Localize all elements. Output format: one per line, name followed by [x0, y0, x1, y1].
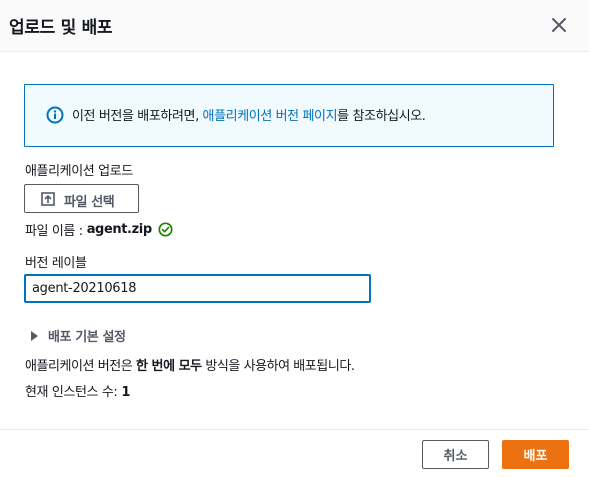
cancel-button[interactable]: 취소 [422, 440, 489, 469]
file-name-row: 파일 이름 : agent.zip [25, 220, 173, 239]
deployment-description-before: 애플리케이션 버전은 [25, 359, 136, 374]
close-icon [552, 18, 566, 32]
info-icon [46, 106, 64, 124]
file-name-value: agent.zip [86, 221, 152, 237]
choose-file-button[interactable]: 파일 선택 [24, 184, 139, 213]
application-upload-label: 애플리케이션 업로드 [25, 164, 133, 179]
info-text-after: 를 참조하십시오. [337, 109, 426, 124]
info-message: 이전 버전을 배포하려면, 애플리케이션 버전 페이지를 참조하십시오. [72, 105, 426, 124]
deployment-settings-label: 배포 기본 설정 [48, 330, 126, 345]
deploy-button[interactable]: 배포 [502, 440, 569, 469]
version-label-title: 버전 레이블 [25, 256, 87, 271]
info-text-before: 이전 버전을 배포하려면, [72, 109, 203, 124]
upload-deploy-modal: 업로드 및 배포 이전 버전을 배포하려면, 애플리케이션 버전 페이지를 참조… [0, 0, 589, 477]
caret-right-icon [31, 330, 38, 341]
modal-header: 업로드 및 배포 [0, 0, 589, 52]
deployment-description: 애플리케이션 버전은 한 번에 모두 방식을 사용하여 배포됩니다. [25, 355, 355, 374]
deployment-description-after: 방식을 사용하여 배포됩니다. [201, 359, 355, 374]
info-alert: 이전 버전을 배포하려면, 애플리케이션 버전 페이지를 참조하십시오. [24, 84, 554, 147]
file-name-label: 파일 이름 : [25, 223, 83, 239]
modal-body: 이전 버전을 배포하려면, 애플리케이션 버전 페이지를 참조하십시오. 애플리… [0, 52, 589, 429]
close-button[interactable] [546, 12, 572, 38]
deployment-settings-expander[interactable]: 배포 기본 설정 [31, 326, 126, 345]
choose-file-label: 파일 선택 [64, 195, 115, 210]
upload-icon [41, 192, 55, 206]
instance-count-label: 현재 인스턴스 수: [25, 385, 118, 400]
modal-title: 업로드 및 배포 [9, 18, 113, 38]
modal-footer: 취소 배포 [0, 429, 589, 477]
check-circle-icon [158, 221, 173, 237]
instance-count-value: 1 [121, 385, 131, 400]
deployment-policy-name: 한 번에 모두 [135, 359, 202, 374]
application-versions-link[interactable]: 애플리케이션 버전 페이지 [203, 109, 338, 124]
version-label-input[interactable] [24, 274, 371, 303]
instance-count-row: 현재 인스턴스 수: 1 [25, 381, 130, 400]
